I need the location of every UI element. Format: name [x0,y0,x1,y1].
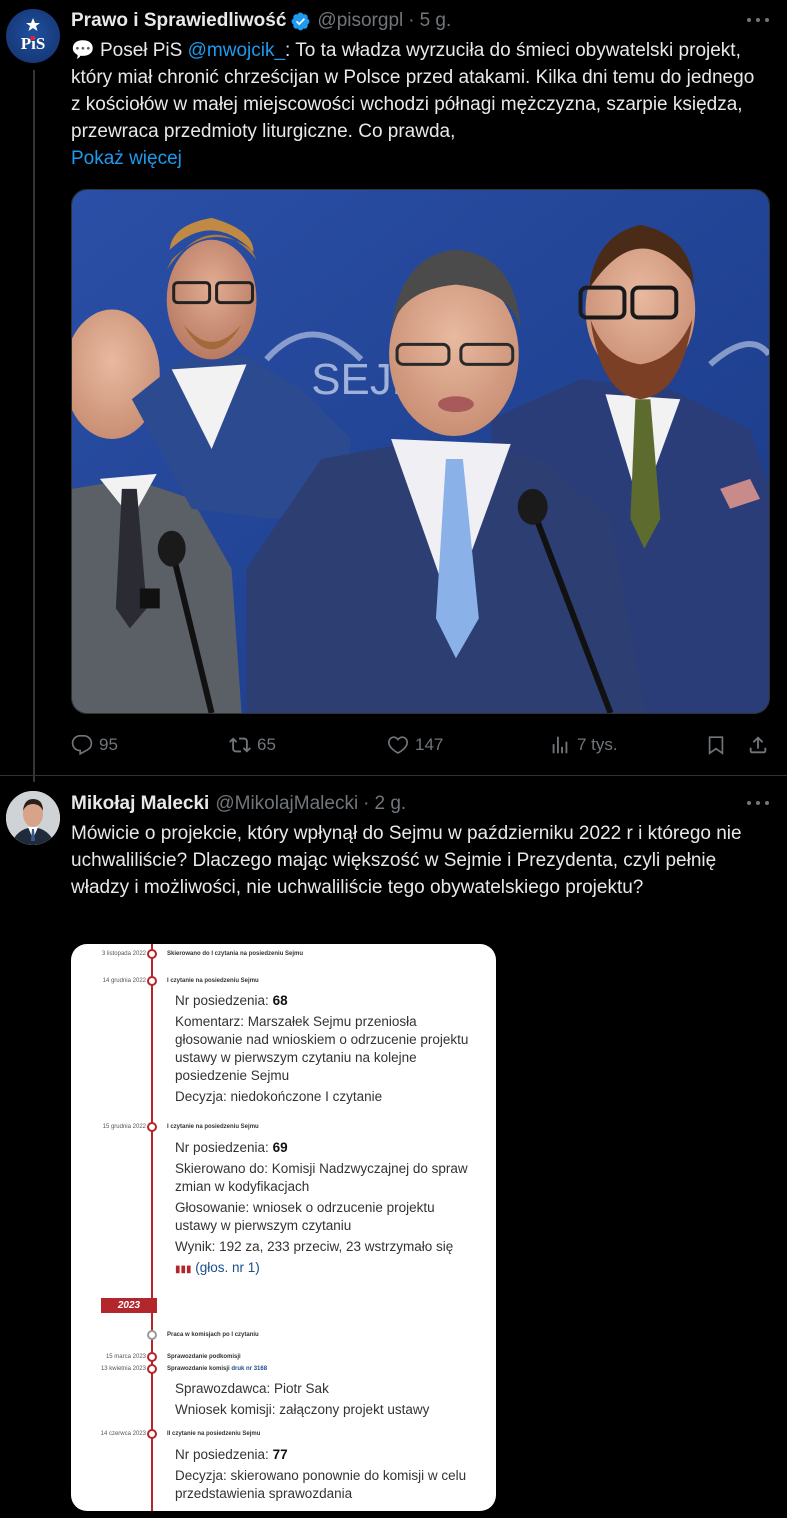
tweet-text: 💬 Poseł PiS @mwojcik_: To ta władza wyrz… [71,37,766,172]
avatar[interactable] [6,791,60,845]
event-date: 13 kwietnia 2023 [100,1366,146,1372]
separator-dot: · [363,793,370,814]
event-vote: Głosowanie: wniosek o odrzucenie projekt… [175,1200,435,1233]
retweet-button[interactable]: 65 [229,731,276,759]
retweet-count: 65 [257,735,276,754]
timeline-dot [147,976,157,986]
event-title: I czytanie na posiedzeniu Sejmu [167,1124,259,1130]
view-count: 7 tys. [577,735,618,754]
share-button[interactable] [747,731,775,759]
session-number: 69 [272,1140,288,1155]
event-date: 3 listopada 2022 [101,951,146,957]
vote-result-icon: ▮▮▮ [175,1264,192,1275]
pis-logo-icon: PiS [21,18,45,53]
press-conference-photo: SEJM [72,190,769,713]
event-result: Wynik: 192 za, 233 przeciw, 23 wstrzymał… [175,1239,454,1254]
tweet-malecki[interactable]: Mikołaj Malecki @MikolajMalecki · 2 g. M… [0,775,787,1518]
vote-link[interactable]: (głos. nr 1) [195,1260,260,1275]
event-date: 15 marca 2023 [105,1354,146,1360]
tweet-actions: 95 65 147 7 tys. [71,731,771,759]
event-decision: Decyzja: skierowano ponownie do komisji … [175,1468,467,1501]
session-number: 77 [272,1447,288,1462]
reply-icon [71,735,93,756]
author-handle[interactable]: @pisorgpl [317,10,403,32]
more-options-icon[interactable] [747,15,769,25]
bookmark-button[interactable] [705,731,733,759]
views-button[interactable]: 7 tys. [549,731,618,759]
event-date: 14 grudnia 2022 [102,978,146,984]
timeline-dot [147,1364,157,1374]
session-label: Nr posiedzenia: [175,1140,273,1155]
year-badge: 2023 [101,1298,157,1313]
like-count: 147 [415,735,444,754]
event-comment: Komentarz: Marszałek Sejmu przeniosła gł… [175,1014,469,1083]
mention-link[interactable]: @mwojcik_ [188,40,285,61]
views-chart-icon [552,736,568,754]
bookmark-icon [708,736,724,755]
tweet-text-prefix: Poseł PiS [94,40,188,61]
tweet-photo[interactable]: SEJM [71,189,770,714]
verified-badge-icon [291,12,310,30]
author-name[interactable]: Mikołaj Malecki [71,793,209,815]
event-date: 15 grudnia 2022 [102,1124,146,1130]
event-decision: Decyzja: niedokończone I czytanie [175,1089,383,1104]
event-reporter: Sprawozdawca: Piotr Sak [175,1381,329,1396]
event-title: II czytanie na posiedzeniu Sejmu [167,1431,261,1437]
timeline-dot [147,1122,157,1132]
session-label: Nr posiedzenia: [175,1447,273,1462]
reply-count: 95 [99,735,118,754]
timeline-dot [147,1429,157,1439]
event-details: Nr posiedzenia: 68 Komentarz: Marszałek … [175,992,475,1109]
session-label: Nr posiedzenia: [175,993,273,1008]
tweet-time[interactable]: 2 g. [375,793,407,815]
event-date: 14 czerwca 2023 [100,1431,146,1437]
more-options-icon[interactable] [747,798,769,808]
event-details: Sprawozdawca: Piotr Sak Wniosek komisji:… [175,1380,475,1422]
event-title: Sprawozdanie komisji druk nr 3168 [167,1366,267,1372]
event-title: Skierowano do I czytania na posiedzeniu … [167,951,304,957]
druk-link[interactable]: druk nr 3168 [231,1366,267,1372]
speech-bubble-emoji: 💬 [71,40,95,61]
avatar[interactable]: PiS [6,9,60,63]
attached-image-timeline[interactable]: 3 listopada 2022 Skierowano do I czytani… [71,944,496,1511]
event-details: Nr posiedzenia: 77 Decyzja: skierowano p… [175,1446,475,1506]
timeline-axis [151,944,153,1511]
share-icon [749,736,767,754]
retweet-icon [229,737,251,753]
tweet-header: Prawo i Sprawiedliwość @pisorgpl · 5 g. [71,9,451,33]
event-details: Nr posiedzenia: 69 Skierowano do: Komisj… [175,1139,475,1282]
timeline-dot [147,1330,157,1340]
timeline-dot [147,1352,157,1362]
event-title-text: Sprawozdanie komisji [167,1366,230,1372]
profile-photo-icon [6,791,60,845]
separator-dot: · [408,10,415,31]
show-more-link[interactable]: Pokaż więcej [71,148,182,169]
author-handle[interactable]: @MikolajMalecki [215,793,358,815]
tweet-pis[interactable]: PiS Prawo i Sprawiedliwość @pisorgpl · 5… [0,0,787,775]
event-directed: Skierowano do: Komisji Nadzwyczajnej do … [175,1161,468,1194]
timeline-dot [147,949,157,959]
tweet-header: Mikołaj Malecki @MikolajMalecki · 2 g. [71,792,406,816]
author-name[interactable]: Prawo i Sprawiedliwość [71,10,286,32]
event-title: I czytanie na posiedzeniu Sejmu [167,978,259,984]
session-number: 68 [272,993,288,1008]
tweet-text: Mówicie o projekcie, który wpłynął do Se… [71,823,742,898]
event-title: Praca w komisjach po I czytaniu [167,1332,259,1338]
reply-button[interactable]: 95 [71,731,118,759]
like-button[interactable]: 147 [387,731,443,759]
event-title: Sprawozdanie podkomisji [167,1354,241,1360]
event-motion: Wniosek komisji: załączony projekt ustaw… [175,1402,430,1417]
tweet-time[interactable]: 5 g. [420,10,452,32]
heart-icon [388,736,408,754]
